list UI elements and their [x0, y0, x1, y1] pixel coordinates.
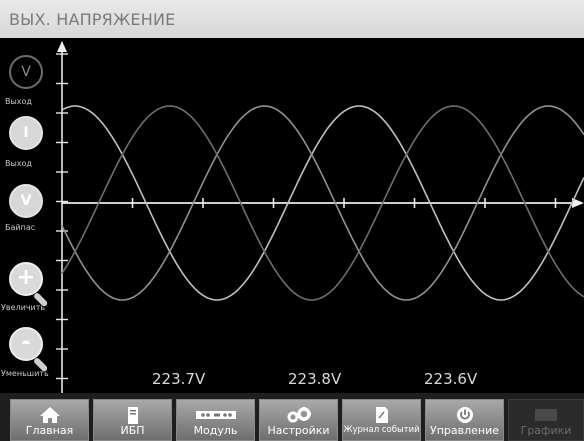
- gears-icon: [260, 405, 337, 425]
- tab-settings[interactable]: Настройки: [259, 399, 338, 441]
- ups-icon: [94, 405, 171, 425]
- tab-event-log-label: Журнал событий: [343, 425, 420, 435]
- tab-charts[interactable]: Графики: [508, 399, 584, 441]
- tab-event-log[interactable]: Журнал событий: [342, 399, 421, 441]
- phase-b-voltage: 223.8V: [288, 370, 342, 388]
- tab-home-label: Главная: [25, 424, 74, 437]
- output-voltage-label: Выход: [5, 97, 32, 106]
- module-icon: [177, 405, 254, 425]
- voltage-icon: V: [21, 64, 31, 80]
- output-voltage-button[interactable]: V: [9, 55, 43, 89]
- tab-home[interactable]: Главная: [10, 399, 89, 441]
- y-axis-arrow: [57, 41, 67, 52]
- phase-a-voltage: 223.7V: [152, 370, 206, 388]
- event-log-icon: [343, 405, 420, 425]
- power-icon: [426, 405, 503, 425]
- chart-axes: [56, 41, 584, 393]
- tab-ups-label: ИБП: [120, 424, 145, 437]
- tab-ups[interactable]: ИБП: [93, 399, 172, 441]
- waveform-display: [0, 38, 584, 393]
- tab-module-label: Модуль: [193, 424, 238, 437]
- tab-control-label: Управление: [429, 424, 499, 437]
- phase-c-voltage: 223.6V: [424, 370, 478, 388]
- zoom-in-icon: +: [9, 262, 43, 296]
- zoom-out-icon: -: [9, 327, 43, 361]
- waveform-chart: [56, 41, 584, 393]
- voltage-icon: V: [20, 193, 32, 209]
- output-current-button[interactable]: I: [9, 116, 43, 150]
- bypass-voltage-label: Байпас: [5, 223, 36, 232]
- home-icon: [11, 405, 88, 425]
- zoom-out-label: Уменьшить: [1, 369, 49, 378]
- output-current-label: Выход: [5, 159, 32, 168]
- zoom-in-button[interactable]: +: [8, 262, 54, 308]
- title-bar: ВЫХ. НАПРЯЖЕНИЕ: [0, 0, 584, 38]
- chart-icon: [509, 405, 583, 425]
- tab-module[interactable]: Модуль: [176, 399, 255, 441]
- bottom-toolbar: Главная ИБП Модуль Настройки Журнал собы…: [0, 393, 584, 441]
- tab-settings-label: Настройки: [267, 424, 330, 437]
- page-title: ВЫХ. НАПРЯЖЕНИЕ: [9, 10, 176, 29]
- zoom-in-label: Увеличить: [1, 303, 46, 312]
- bypass-voltage-button[interactable]: V: [9, 184, 43, 218]
- tab-charts-label: Графики: [520, 424, 572, 437]
- current-icon: I: [23, 125, 29, 141]
- tab-control[interactable]: Управление: [425, 399, 504, 441]
- zoom-out-button[interactable]: -: [8, 327, 54, 373]
